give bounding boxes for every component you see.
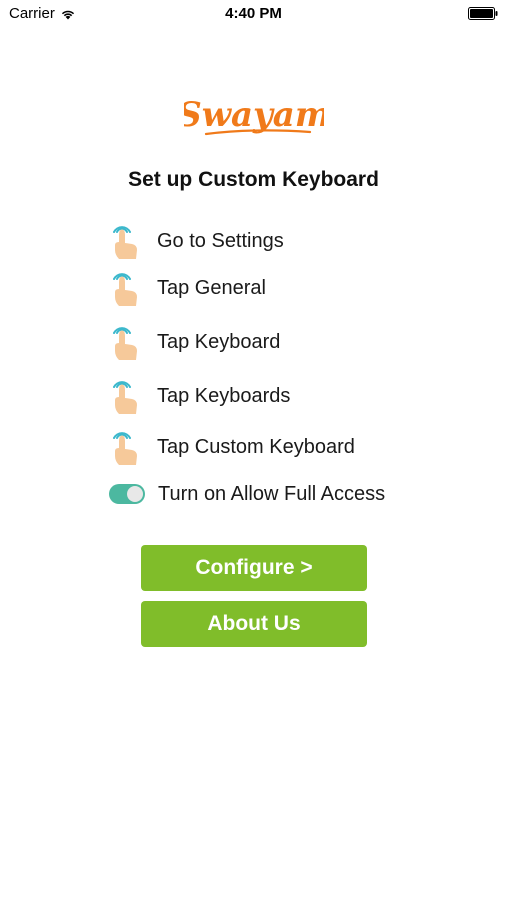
step-label: Tap Keyboards [157,384,291,407]
tap-hand-icon [113,327,137,360]
tap-hand-icon [113,273,137,306]
step-tap-general: Tap General [108,268,266,308]
tap-hand-icon [113,432,137,465]
step-tap-keyboards: Tap Keyboards [108,376,290,416]
step-tap-custom-keyboard: Tap Custom Keyboard [108,427,355,467]
status-bar: Carrier 4:40 PM [0,0,507,28]
step-label: Turn on Allow Full Access [158,482,386,505]
step-label: Tap Custom Keyboard [157,435,355,458]
step-tap-keyboard: Tap Keyboard [108,322,280,362]
swayam-logo-mark: Swayam [184,95,324,136]
status-time: 4:40 PM [225,5,282,22]
step-label: Go to Settings [157,229,284,252]
logo-text: Swayam [184,95,324,135]
step-label: Tap General [157,276,266,299]
about-us-button[interactable]: About Us [141,601,367,647]
toggle-on-icon [109,484,145,504]
app-logo: Swayam [0,92,507,147]
configure-button[interactable]: Configure > [141,545,367,591]
step-go-to-settings: Go to Settings [108,221,284,261]
battery-icon [468,7,498,20]
step-label: Tap Keyboard [157,330,281,353]
step-allow-full-access: Turn on Allow Full Access [108,474,385,514]
page-title: Set up Custom Keyboard [128,168,379,191]
tap-hand-icon [113,226,137,259]
tap-hand-icon [113,381,137,414]
